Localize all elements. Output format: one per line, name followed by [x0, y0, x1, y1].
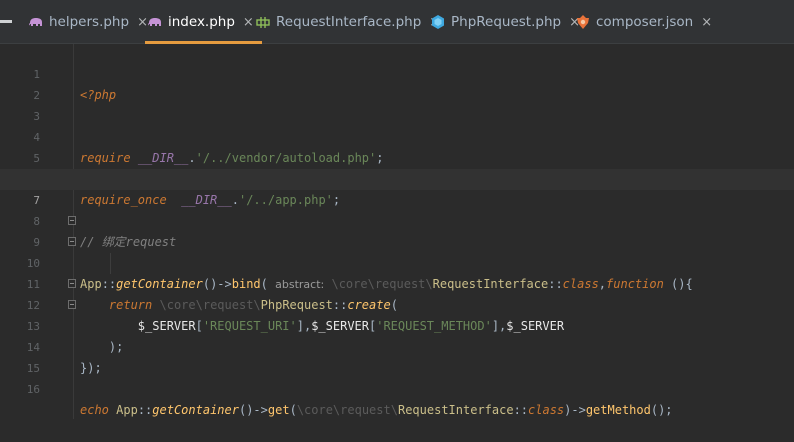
tab-phprequest-php[interactable]: PhpRequest.php ×	[430, 0, 580, 44]
punctuation: ();	[650, 403, 673, 417]
php-elephant-icon	[29, 18, 42, 26]
code-line-2[interactable]: 2	[0, 64, 794, 102]
code-line-5[interactable]: 5	[0, 127, 794, 165]
tab-helpers-php[interactable]: helpers.php ×	[28, 0, 148, 44]
operator: ::	[137, 403, 153, 417]
class-icon	[432, 15, 444, 29]
punctuation: )->	[564, 403, 586, 417]
line-number: 16	[26, 383, 40, 396]
interface-name: RequestInterface	[397, 403, 514, 417]
editor-tab-bar: helpers.php × index.php × RequestInterfa…	[0, 0, 794, 44]
class-name: App	[116, 403, 138, 417]
code-line-11[interactable]: 11 $_SERVER['REQUEST_URI'],$_SERVER['REQ…	[0, 253, 794, 333]
code-line-15[interactable]: 15	[0, 337, 794, 375]
close-icon[interactable]: ×	[701, 15, 712, 30]
interface-icon	[256, 17, 270, 28]
tab-index-php[interactable]: index.php ×	[145, 0, 262, 44]
keyword: echo	[80, 403, 109, 417]
code-line-16[interactable]: 16 echo App::getContainer()->get(\core\r…	[0, 358, 794, 417]
tab-requestinterface-php[interactable]: RequestInterface.php ×	[255, 0, 440, 44]
method-call: getContainer	[152, 403, 239, 417]
composer-icon	[577, 15, 589, 29]
code-line-1[interactable]: 1 <?php	[0, 43, 794, 102]
punctuation: (	[289, 403, 297, 417]
indent-guide	[110, 253, 111, 274]
method-call: getMethod	[585, 403, 651, 417]
tab-composer-json[interactable]: composer.json ×	[575, 0, 712, 44]
punctuation: ()->	[238, 403, 268, 417]
code-line-10[interactable]: 10 return \core\request\PhpRequest::crea…	[0, 232, 794, 312]
code-line-4[interactable]: 4 require __DIR__.'/../vendor/autoload.p…	[0, 106, 794, 165]
code-line-8[interactable]: 8 // 绑定request	[0, 190, 794, 249]
tab-label: PhpRequest.php	[451, 14, 562, 30]
fold-toggle-icon[interactable]	[68, 216, 76, 225]
code-line-13[interactable]: 13 });	[0, 295, 794, 375]
keyword: class	[528, 403, 565, 417]
code-line-6[interactable]: 6 require_once __DIR__.'/../app.php';	[0, 148, 794, 207]
code-line-12[interactable]: 12 );	[0, 274, 794, 354]
code-line-14[interactable]: 14	[0, 316, 794, 354]
fold-toggle-icon[interactable]	[68, 279, 76, 288]
close-icon[interactable]: ×	[243, 15, 254, 30]
tab-label: RequestInterface.php	[276, 14, 422, 30]
tab-label: index.php	[168, 14, 235, 30]
tab-list-menu-icon[interactable]	[0, 20, 12, 23]
fold-toggle-icon[interactable]	[68, 300, 76, 309]
php-elephant-icon	[148, 18, 161, 26]
code-line-3[interactable]: 3	[0, 85, 794, 123]
fold-toggle-icon[interactable]	[68, 237, 76, 246]
code-line-9[interactable]: 9 App::getContainer()->bind( abstract: \…	[0, 211, 794, 291]
tab-label: composer.json	[596, 14, 694, 30]
namespace: \core\request\	[296, 403, 398, 417]
code-editor[interactable]: 1 <?php 2 3 4 require __DIR__.'/../vendo…	[0, 44, 794, 419]
method-call: get	[267, 403, 290, 417]
tab-label: helpers.php	[49, 14, 130, 30]
code-line-7[interactable]: 7	[0, 169, 794, 207]
operator: ::	[513, 403, 529, 417]
